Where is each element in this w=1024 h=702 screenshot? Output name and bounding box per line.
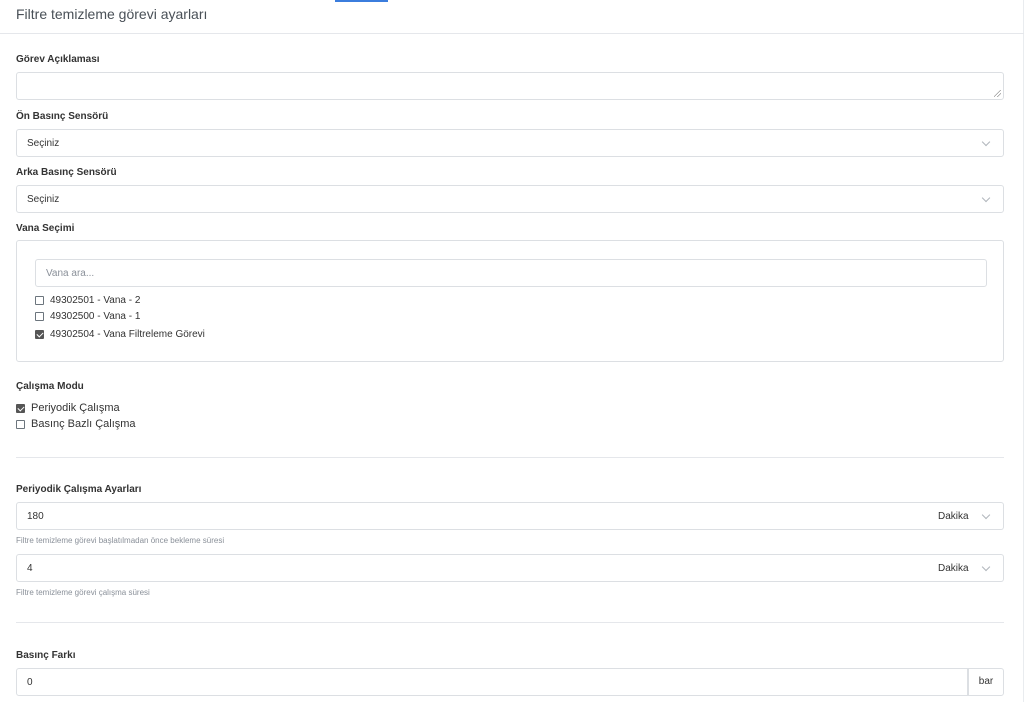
pressure-diff-unit: bar — [968, 668, 1004, 696]
settings-page: Filtre temizleme görevi ayarları Görev A… — [0, 0, 1024, 702]
rear-pressure-sensor-label: Arka Basınç Sensörü — [16, 167, 117, 178]
front-pressure-sensor-value: Seçiniz — [27, 138, 60, 149]
front-pressure-sensor-label: Ön Basınç Sensörü — [16, 111, 109, 122]
duration-input[interactable]: 4 — [16, 554, 929, 582]
valve-option-label: 49302504 - Vana Filtreleme Görevi — [50, 328, 205, 340]
valve-option[interactable]: 49302504 - Vana Filtreleme Görevi — [35, 327, 205, 341]
rear-pressure-sensor-select[interactable]: Seçiniz — [16, 185, 1004, 213]
valve-checkbox[interactable] — [35, 311, 44, 321]
valve-selection-label: Vana Seçimi — [16, 223, 75, 234]
pressure-diff-group: 0 bar — [16, 668, 1004, 696]
valve-checkbox[interactable] — [35, 295, 44, 305]
card-header: Filtre temizleme görevi ayarları — [0, 0, 1024, 34]
work-mode-option-pressure[interactable]: Basınç Bazlı Çalışma — [16, 417, 136, 431]
work-mode-option-label: Basınç Bazlı Çalışma — [31, 418, 136, 430]
duration-group: 4 Dakika — [16, 554, 1004, 582]
pressure-diff-input[interactable]: 0 — [16, 668, 968, 696]
duration-value: 4 — [27, 563, 33, 574]
duration-unit-select[interactable]: Dakika — [928, 554, 1004, 582]
wait-time-group: 180 Dakika — [16, 502, 1004, 530]
periodic-mode-checkbox[interactable] — [16, 403, 25, 413]
chevron-down-icon — [981, 562, 991, 572]
duration-unit: Dakika — [938, 563, 969, 574]
pressure-diff-value: 0 — [27, 677, 33, 688]
wait-time-value: 180 — [27, 511, 44, 522]
resize-grip-icon[interactable] — [994, 90, 1001, 97]
periodic-settings-label: Periyodik Çalışma Ayarları — [16, 484, 142, 495]
work-mode-option-periodic[interactable]: Periyodik Çalışma — [16, 401, 120, 415]
valve-option[interactable]: 49302500 - Vana - 1 — [35, 309, 140, 323]
work-mode-option-label: Periyodik Çalışma — [31, 402, 120, 414]
valve-checkbox-checked[interactable] — [35, 329, 44, 339]
front-pressure-sensor-select[interactable]: Seçiniz — [16, 129, 1004, 157]
pressure-mode-checkbox[interactable] — [16, 419, 25, 429]
task-description-label: Görev Açıklaması — [16, 54, 100, 65]
pressure-diff-label: Basınç Farkı — [16, 650, 76, 661]
wait-time-unit: Dakika — [938, 511, 969, 522]
task-description-textarea[interactable] — [16, 72, 1004, 100]
valve-selection-box: Vana ara... 49302501 - Vana - 2 49302500… — [16, 240, 1004, 362]
chevron-down-icon — [981, 193, 991, 203]
chevron-down-icon — [981, 510, 991, 520]
valve-search-input[interactable]: Vana ara... — [35, 259, 987, 287]
duration-help: Filtre temizleme görevi çalışma süresi — [16, 588, 150, 597]
wait-time-input[interactable]: 180 — [16, 502, 929, 530]
wait-time-unit-select[interactable]: Dakika — [928, 502, 1004, 530]
wait-time-help: Filtre temizleme görevi başlatılmadan ön… — [16, 536, 225, 545]
valve-search-placeholder: Vana ara... — [46, 268, 95, 279]
divider — [16, 457, 1004, 458]
page-title: Filtre temizleme görevi ayarları — [16, 6, 208, 22]
rear-pressure-sensor-value: Seçiniz — [27, 194, 60, 205]
valve-option-label: 49302500 - Vana - 1 — [50, 310, 141, 322]
work-mode-label: Çalışma Modu — [16, 381, 84, 392]
chevron-down-icon — [981, 137, 991, 147]
valve-option-label: 49302501 - Vana - 2 — [50, 294, 141, 306]
valve-option[interactable]: 49302501 - Vana - 2 — [35, 293, 140, 307]
divider — [16, 622, 1004, 623]
